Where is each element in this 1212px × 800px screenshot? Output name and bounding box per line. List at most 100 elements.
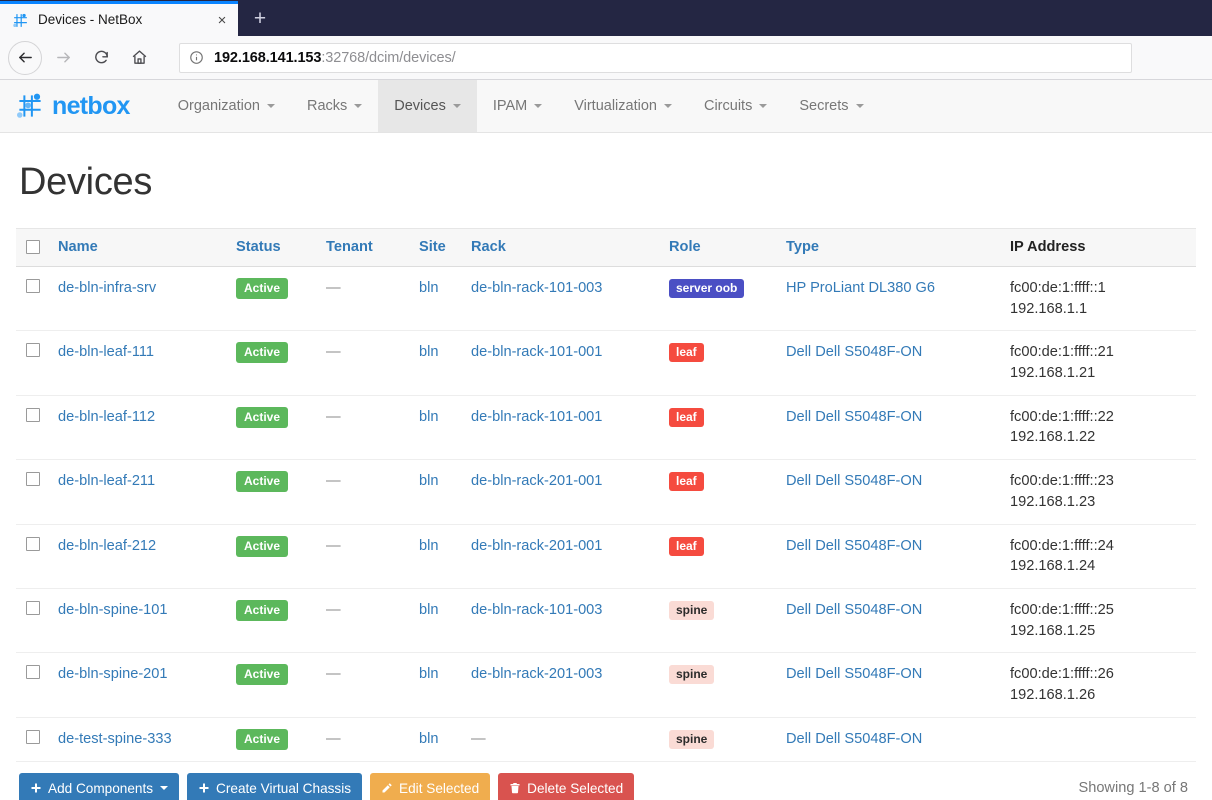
nav-item-devices[interactable]: Devices bbox=[378, 80, 477, 132]
cell-role: leaf bbox=[661, 330, 778, 396]
reload-icon[interactable] bbox=[84, 41, 118, 75]
tenant-empty: — bbox=[326, 408, 341, 425]
row-select-cell bbox=[16, 588, 50, 654]
row-checkbox[interactable] bbox=[26, 600, 40, 615]
nav-item-secrets[interactable]: Secrets bbox=[783, 80, 879, 132]
rack-link[interactable]: de-bln-rack-201-001 bbox=[471, 538, 602, 554]
edit-selected-button[interactable]: Edit Selected bbox=[370, 772, 491, 800]
site-link[interactable]: bln bbox=[419, 409, 438, 425]
column-header-type[interactable]: Type bbox=[778, 227, 1002, 267]
cell-status: Active bbox=[228, 717, 318, 762]
row-checkbox[interactable] bbox=[26, 665, 40, 680]
column-header-rack[interactable]: Rack bbox=[463, 227, 661, 267]
cell-site: bln bbox=[411, 652, 463, 718]
rack-link[interactable]: de-bln-rack-101-003 bbox=[471, 602, 602, 618]
status-badge: Active bbox=[236, 664, 289, 686]
device-type-link[interactable]: Dell Dell S5048F-ON bbox=[786, 666, 922, 682]
select-all-checkbox[interactable] bbox=[26, 240, 40, 255]
close-icon[interactable]: × bbox=[212, 10, 232, 30]
rack-link[interactable]: de-bln-rack-101-001 bbox=[471, 344, 602, 360]
nav-item-virtualization[interactable]: Virtualization bbox=[558, 80, 688, 132]
browser-tab[interactable]: Devices - NetBox × bbox=[0, 1, 238, 36]
tenant-empty: — bbox=[326, 537, 341, 554]
back-button[interactable] bbox=[8, 40, 42, 75]
rack-link[interactable]: de-bln-rack-201-001 bbox=[471, 473, 602, 489]
column-header-tenant[interactable]: Tenant bbox=[318, 227, 411, 267]
site-link[interactable]: bln bbox=[419, 344, 438, 360]
device-type-link[interactable]: Dell Dell S5048F-ON bbox=[786, 473, 922, 489]
cell-type: HP ProLiant DL380 G6 bbox=[778, 266, 1002, 332]
netbox-brand-logo[interactable]: netbox bbox=[15, 80, 162, 132]
chevron-down-icon bbox=[452, 104, 461, 108]
nav-item-circuits[interactable]: Circuits bbox=[688, 80, 783, 132]
cell-role: leaf bbox=[661, 524, 778, 589]
chevron-down-icon bbox=[534, 104, 543, 108]
site-link[interactable]: bln bbox=[419, 473, 438, 489]
device-name-link[interactable]: de-test-spine-333 bbox=[58, 731, 172, 747]
row-checkbox[interactable] bbox=[26, 536, 40, 551]
row-select-cell bbox=[16, 459, 50, 525]
cell-tenant: — bbox=[318, 266, 411, 332]
column-header-name[interactable]: Name bbox=[50, 227, 228, 267]
rack-link[interactable]: de-bln-rack-101-003 bbox=[471, 280, 602, 296]
column-header-role[interactable]: Role bbox=[661, 227, 778, 267]
browser-chrome: Devices - NetBox × + 192.168.141.153:327… bbox=[0, 0, 1212, 80]
row-checkbox[interactable] bbox=[26, 278, 40, 293]
nav-item-ipam[interactable]: IPAM bbox=[477, 80, 558, 132]
cell-tenant: — bbox=[318, 652, 411, 718]
device-name-link[interactable]: de-bln-leaf-112 bbox=[58, 409, 155, 425]
device-name-link[interactable]: de-bln-infra-srv bbox=[58, 280, 156, 296]
cell-site: bln bbox=[411, 330, 463, 396]
device-type-link[interactable]: Dell Dell S5048F-ON bbox=[786, 731, 922, 747]
row-checkbox[interactable] bbox=[26, 407, 40, 422]
device-type-link[interactable]: Dell Dell S5048F-ON bbox=[786, 602, 922, 618]
new-tab-button[interactable]: + bbox=[245, 3, 275, 33]
table-row: de-bln-leaf-112 Active — bln de-bln-rack-101… bbox=[16, 395, 1196, 461]
device-type-link[interactable]: Dell Dell S5048F-ON bbox=[786, 538, 922, 554]
tenant-empty: — bbox=[326, 473, 341, 490]
create-virtual-chassis-button[interactable]: Create Virtual Chassis bbox=[187, 772, 363, 800]
cell-rack: de-bln-rack-201-003 bbox=[463, 652, 661, 718]
device-name-link[interactable]: de-bln-leaf-111 bbox=[58, 344, 154, 360]
column-header-site[interactable]: Site bbox=[411, 227, 463, 267]
device-type-link[interactable]: Dell Dell S5048F-ON bbox=[786, 409, 922, 425]
nav-item-organization[interactable]: Organization bbox=[162, 80, 291, 132]
home-icon[interactable] bbox=[122, 41, 156, 75]
cell-name: de-bln-leaf-111 bbox=[50, 330, 228, 396]
site-link[interactable]: bln bbox=[419, 538, 438, 554]
row-checkbox[interactable] bbox=[26, 729, 40, 744]
row-select-cell bbox=[16, 524, 50, 589]
cell-role: leaf bbox=[661, 395, 778, 461]
tenant-empty: — bbox=[326, 730, 341, 747]
site-link[interactable]: bln bbox=[419, 666, 438, 682]
device-name-link[interactable]: de-bln-leaf-211 bbox=[58, 473, 155, 489]
browser-tabstrip: Devices - NetBox × + bbox=[0, 0, 1212, 36]
site-link[interactable]: bln bbox=[419, 602, 438, 618]
add-components-button[interactable]: Add Components bbox=[19, 772, 180, 800]
device-type-link[interactable]: Dell Dell S5048F-ON bbox=[786, 344, 922, 360]
forward-button[interactable] bbox=[46, 41, 80, 75]
site-link[interactable]: bln bbox=[419, 280, 438, 296]
device-type-link[interactable]: HP ProLiant DL380 G6 bbox=[786, 280, 935, 296]
device-name-link[interactable]: de-bln-leaf-212 bbox=[58, 538, 156, 554]
info-icon[interactable] bbox=[189, 50, 205, 66]
row-checkbox[interactable] bbox=[26, 472, 40, 487]
device-name-link[interactable]: de-bln-spine-101 bbox=[58, 602, 168, 618]
address-bar[interactable]: 192.168.141.153:32768/dcim/devices/ bbox=[179, 42, 1132, 73]
cell-rack: de-bln-rack-101-003 bbox=[463, 266, 661, 332]
nav-item-label: Racks bbox=[306, 98, 348, 114]
delete-selected-button[interactable]: Delete Selected bbox=[498, 772, 635, 800]
row-checkbox[interactable] bbox=[26, 343, 40, 358]
role-badge: spine bbox=[669, 729, 715, 749]
table-row: de-test-spine-333 Active — bln — spine Dell De… bbox=[16, 717, 1196, 762]
netbox-brand-text: netbox bbox=[52, 91, 130, 120]
rack-link[interactable]: de-bln-rack-201-003 bbox=[471, 666, 602, 682]
ip-v4: 192.168.1.23 bbox=[1010, 493, 1096, 510]
device-name-link[interactable]: de-bln-spine-201 bbox=[58, 666, 168, 682]
nav-item-racks[interactable]: Racks bbox=[291, 80, 378, 132]
netbox-navbar: netbox Organization Racks Devices IPAM V… bbox=[0, 80, 1212, 133]
column-header-status[interactable]: Status bbox=[228, 227, 318, 267]
site-link[interactable]: bln bbox=[419, 731, 438, 747]
browser-tab-title: Devices - NetBox bbox=[38, 13, 143, 27]
rack-link[interactable]: de-bln-rack-101-001 bbox=[471, 409, 602, 425]
